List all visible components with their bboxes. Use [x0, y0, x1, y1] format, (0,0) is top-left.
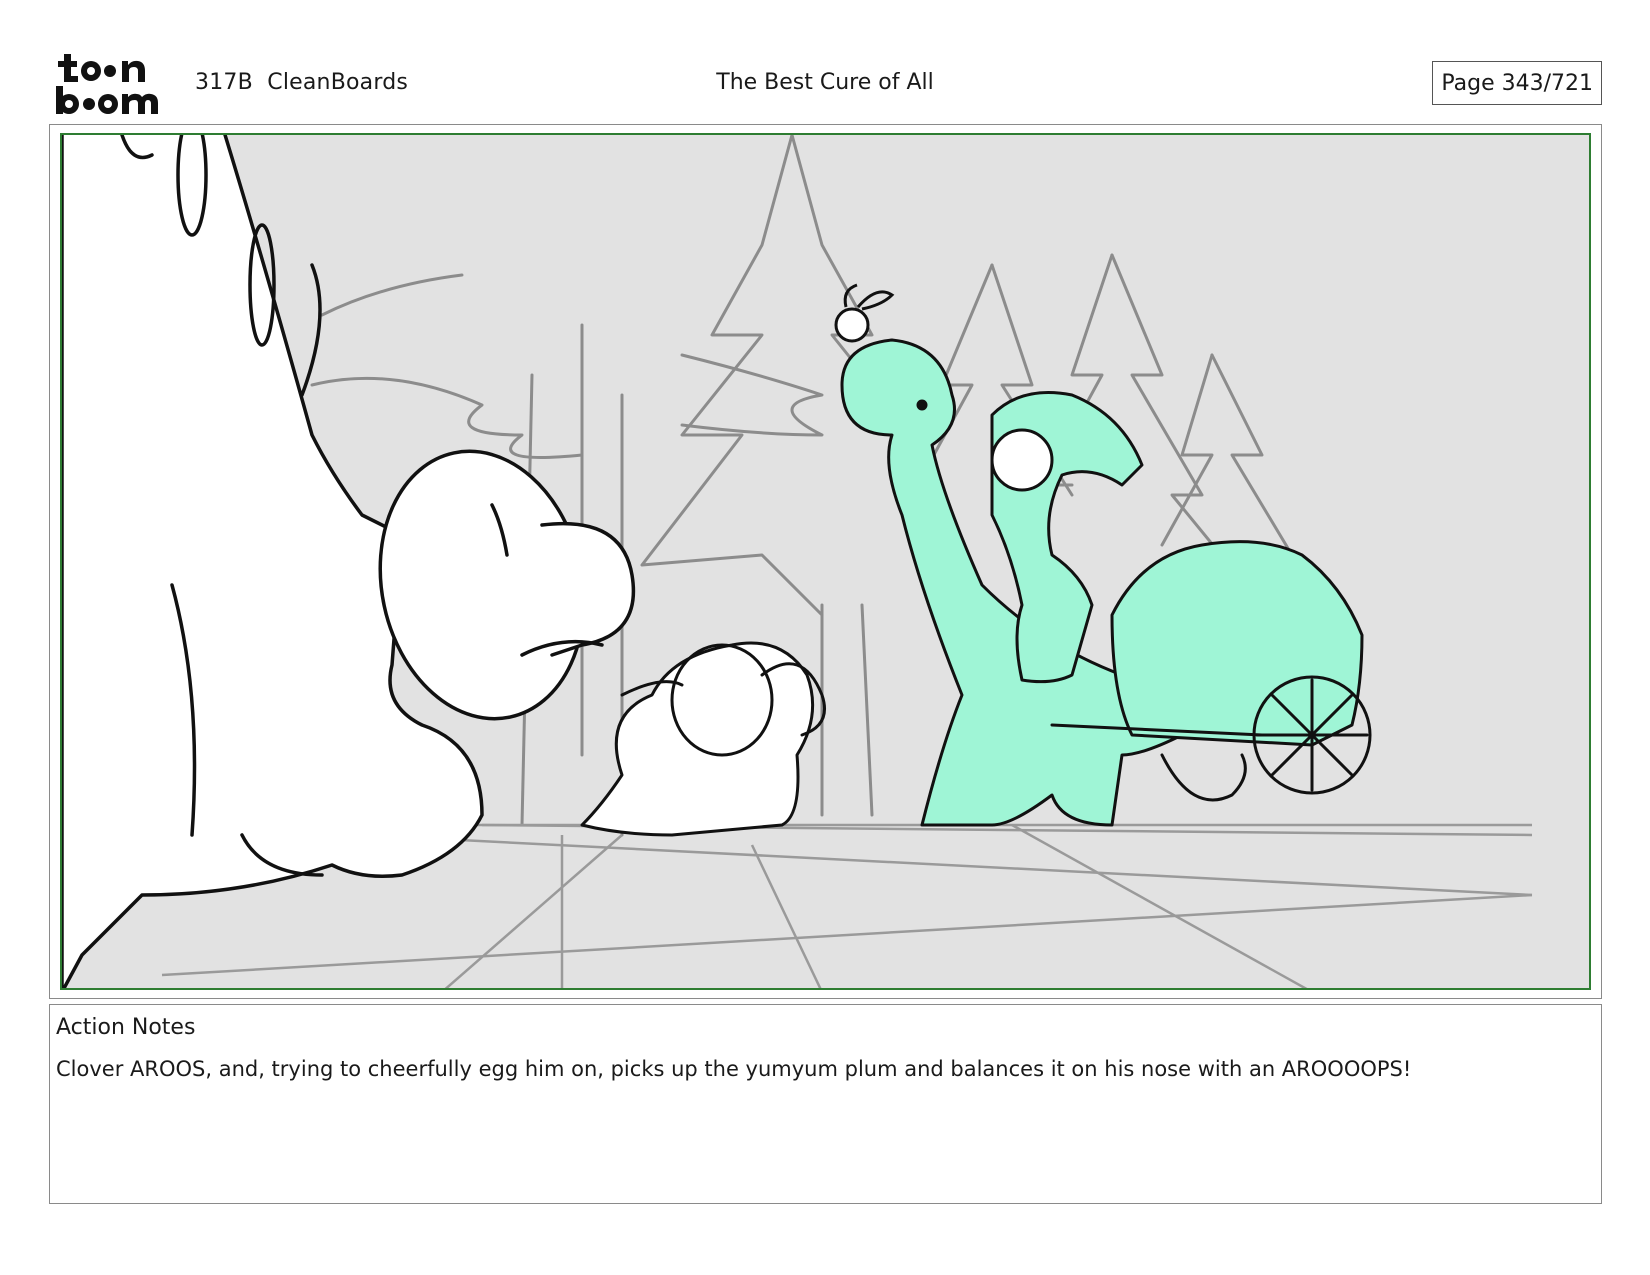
yumyum-plum: [834, 283, 895, 343]
large-creature: [62, 135, 636, 988]
storyboard-panel: [60, 133, 1591, 990]
page-number: Page 343/721: [1432, 61, 1602, 105]
action-notes-box: Action Notes Clover AROOS, and, trying t…: [49, 1004, 1602, 1204]
green-creature-with-rider: [840, 338, 1372, 827]
action-notes-heading: Action Notes: [56, 1015, 196, 1040]
episode-title: The Best Cure of All: [716, 70, 934, 95]
action-notes-text: Clover AROOS, and, trying to cheerfully …: [56, 1057, 1412, 1081]
storyboard-sketch: [62, 135, 1533, 988]
small-creature: [580, 641, 826, 837]
